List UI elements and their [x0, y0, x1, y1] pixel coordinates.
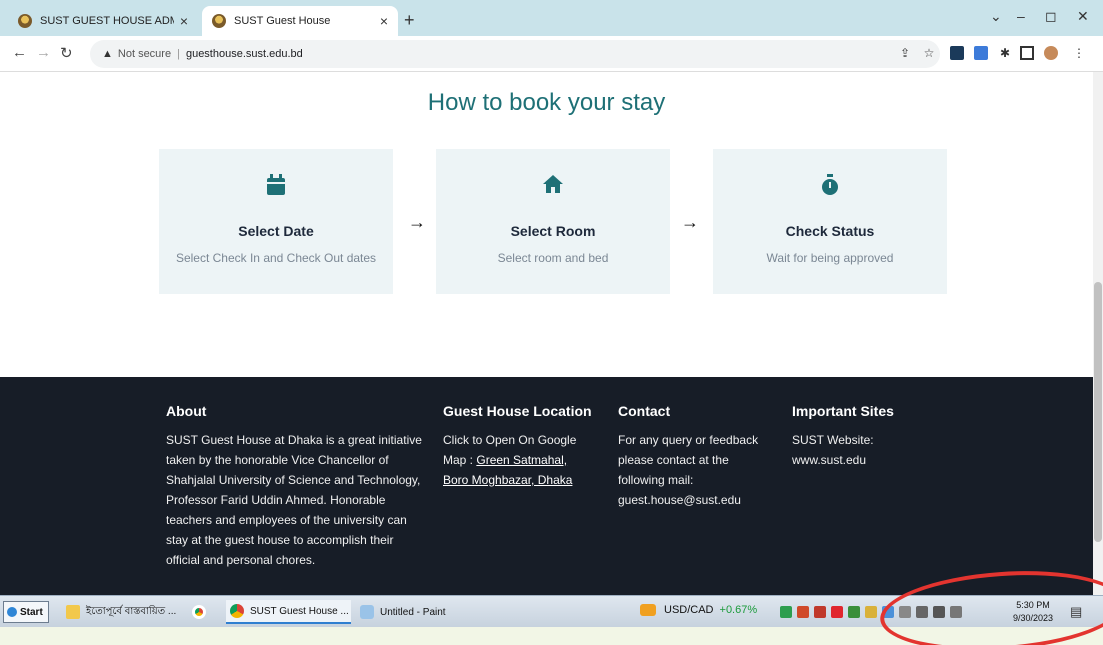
new-tab-button[interactable]: + [404, 10, 415, 31]
tray-app-icon[interactable] [831, 606, 843, 618]
start-button[interactable]: Start [3, 601, 49, 623]
browser-tab-bar: SUST GUEST HOUSE ADMIN × SUST Guest Hous… [0, 0, 1103, 36]
menu-kebab-icon[interactable]: ⋮ [1072, 46, 1086, 60]
scrollbar-thumb[interactable] [1094, 282, 1102, 542]
folder-icon [66, 605, 80, 619]
step-card-select-room: Select Room Select room and bed [436, 149, 670, 294]
tray-app-icon[interactable] [814, 606, 826, 618]
share-icon[interactable]: ⇪ [898, 46, 912, 60]
footer-text: For any query or feedback please contact… [618, 433, 759, 507]
address-bar[interactable]: ▲ Not secure | guesthouse.sust.edu.bd [90, 40, 940, 68]
chrome-icon [230, 604, 244, 618]
tray-app-icon[interactable] [780, 606, 792, 618]
footer-text: SUST Guest House at Dhaka is a great ini… [166, 433, 422, 567]
step-arrow: → [408, 212, 426, 232]
maximize-button[interactable]: ◻ [1045, 8, 1057, 25]
tab-label: SUST GUEST HOUSE ADMIN [40, 15, 174, 27]
tray-app-icon[interactable] [882, 606, 894, 618]
side-panel-icon[interactable] [1020, 46, 1034, 60]
footer-text: SUST Website: www.sust.edu [792, 433, 874, 467]
ticker-change: +0.67% [719, 604, 758, 616]
tab-admin[interactable]: SUST GUEST HOUSE ADMIN × [8, 6, 198, 36]
taskbar-item-folder[interactable]: ইতোপূর্বে বাস্তবায়িত ... [62, 600, 182, 624]
currency-ticker[interactable]: USD/CAD +0.67% [640, 604, 757, 616]
security-label[interactable]: Not secure [118, 48, 171, 60]
address-separator: | [177, 48, 180, 60]
browser-toolbar: ← → ↻ ▲ Not secure | guesthouse.sust.edu… [0, 36, 1103, 72]
footer-sites: Important Sites SUST Website: www.sust.e… [792, 401, 922, 470]
footer-location: Guest House Location Click to Open On Go… [443, 401, 593, 490]
profile-avatar-icon[interactable] [1044, 46, 1058, 60]
forward-arrow-icon[interactable]: → [36, 44, 51, 61]
step-title: Check Status [785, 223, 875, 239]
clock-time: 5:30 PM [1016, 600, 1050, 610]
battery-icon[interactable] [933, 606, 945, 618]
bookmark-star-icon[interactable]: ☆ [922, 46, 936, 60]
chrome-icon [192, 605, 206, 619]
site-footer: About SUST Guest House at Dhaka is a gre… [0, 377, 1093, 595]
tab-guest-house[interactable]: SUST Guest House × [202, 6, 398, 36]
tab-close-icon[interactable]: × [380, 13, 388, 29]
step-card-select-date: Select Date Select Check In and Check Ou… [159, 149, 393, 294]
tab-label: SUST Guest House [234, 15, 331, 27]
ticker-label: USD/CAD [664, 604, 714, 616]
footer-contact: Contact For any query or feedback please… [618, 401, 768, 510]
taskbar-item-paint[interactable]: Untitled - Paint [356, 600, 476, 624]
screen-margin [0, 627, 1103, 645]
footer-heading: About [166, 403, 207, 419]
task-label: Untitled - Paint [380, 606, 446, 618]
system-clock[interactable]: 5:30 PM 9/30/2023 [1013, 599, 1053, 625]
web-page: How to book your stay Select Date Select… [0, 72, 1093, 595]
taskbar-item-guest-house[interactable]: SUST Guest House ... [226, 600, 351, 624]
step-subtitle: Select Check In and Check Out dates [175, 251, 377, 265]
tab-search-icon[interactable]: ⌄ [990, 8, 1002, 25]
tray-app-icon[interactable] [797, 606, 809, 618]
network-icon[interactable] [899, 606, 911, 618]
task-label: SUST Guest House ... [250, 605, 349, 617]
back-arrow-icon[interactable]: ← [12, 44, 27, 61]
calendar-icon [159, 174, 393, 198]
sust-favicon-icon [18, 14, 32, 28]
footer-heading: Contact [618, 403, 671, 419]
extension-s-icon[interactable] [974, 46, 988, 60]
url-text[interactable]: guesthouse.sust.edu.bd [186, 48, 303, 60]
ime-icon[interactable] [950, 606, 962, 618]
os-taskbar: Start ইতোপূর্বে বাস্তবায়িত ... SUST Gue… [0, 595, 1103, 627]
footer-heading: Important Sites [792, 403, 894, 419]
system-tray[interactable] [780, 606, 967, 618]
start-orb-icon [7, 607, 17, 617]
puzzle-extensions-icon[interactable]: ✱ [998, 46, 1012, 60]
minimize-button[interactable]: – [1017, 8, 1025, 24]
reload-icon[interactable]: ↻ [60, 44, 73, 62]
trend-icon [640, 604, 656, 616]
step-arrow: → [681, 212, 699, 232]
tray-app-icon[interactable] [865, 606, 877, 618]
taskbar-item-chrome[interactable] [188, 600, 216, 624]
paint-icon [360, 605, 374, 619]
footer-about: About SUST Guest House at Dhaka is a gre… [166, 401, 422, 570]
step-subtitle: Wait for being approved [766, 251, 894, 265]
clock-date: 9/30/2023 [1013, 613, 1054, 623]
stopwatch-icon [713, 174, 947, 198]
page-scrollbar[interactable] [1093, 72, 1103, 595]
step-subtitle: Select room and bed [497, 251, 609, 265]
page-title: How to book your stay [427, 89, 666, 116]
step-title: Select Room [510, 223, 596, 239]
extension-icon[interactable] [950, 46, 964, 60]
close-window-button[interactable]: ✕ [1077, 8, 1089, 25]
notification-icon[interactable]: ▤ [1070, 604, 1082, 620]
footer-heading: Guest House Location [443, 403, 592, 419]
tray-app-icon[interactable] [848, 606, 860, 618]
step-card-check-status: Check Status Wait for being approved [713, 149, 947, 294]
warning-icon: ▲ [102, 48, 113, 60]
tab-close-icon[interactable]: × [180, 13, 188, 29]
home-icon [436, 174, 670, 198]
sust-favicon-icon [212, 14, 226, 28]
footer-text: Click to Open On Google Map : Green Satm… [443, 430, 593, 490]
step-title: Select Date [238, 223, 314, 239]
task-label: ইতোপূর্বে বাস্তবায়িত ... [86, 605, 177, 617]
volume-icon[interactable] [916, 606, 928, 618]
start-label: Start [20, 606, 43, 618]
